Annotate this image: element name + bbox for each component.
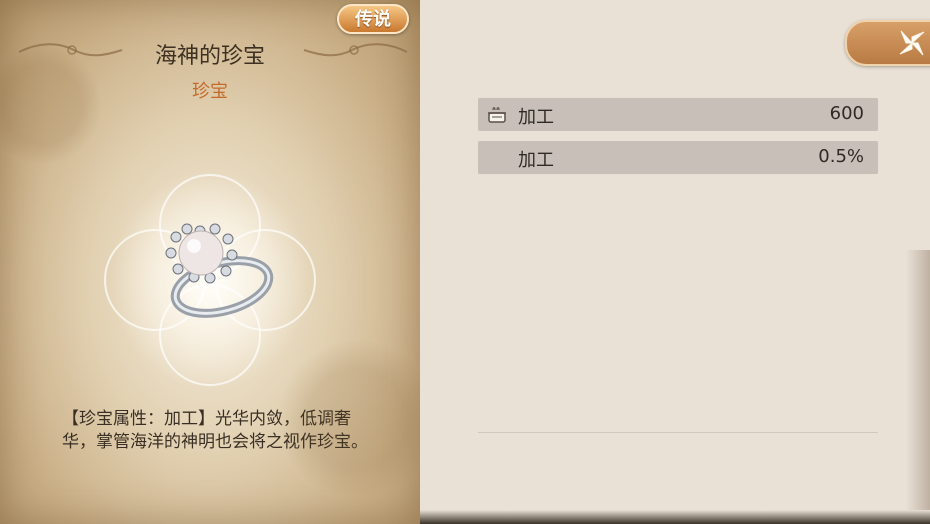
paper-edge-bottom	[420, 510, 930, 524]
item-name: 海神的珍宝	[154, 44, 265, 69]
pearl-ring-icon	[165, 223, 274, 318]
item-card: 传说 海神的珍宝 珍宝 【珍宝属性：加工】光华内敛，低调奢华，掌管海洋的神明也会…	[0, 0, 420, 524]
stat-row: 加工 600	[478, 98, 878, 131]
close-icon	[899, 30, 925, 56]
stat-value: 0.5%	[818, 146, 864, 167]
stat-label: 加工	[518, 150, 554, 171]
stat-value: 600	[829, 103, 864, 124]
stat-label: 加工	[518, 107, 554, 128]
stat-row: 加工 0.5%	[478, 141, 878, 174]
rarity-badge: 传说	[337, 4, 409, 34]
item-description: 【珍宝属性：加工】光华内敛，低调奢华，掌管海洋的神明也会将之视作珍宝。	[62, 409, 368, 452]
divider	[478, 432, 878, 433]
item-type: 珍宝	[192, 81, 228, 102]
pot-icon	[488, 107, 506, 123]
paper-edge	[906, 250, 930, 524]
close-button[interactable]	[845, 20, 930, 66]
